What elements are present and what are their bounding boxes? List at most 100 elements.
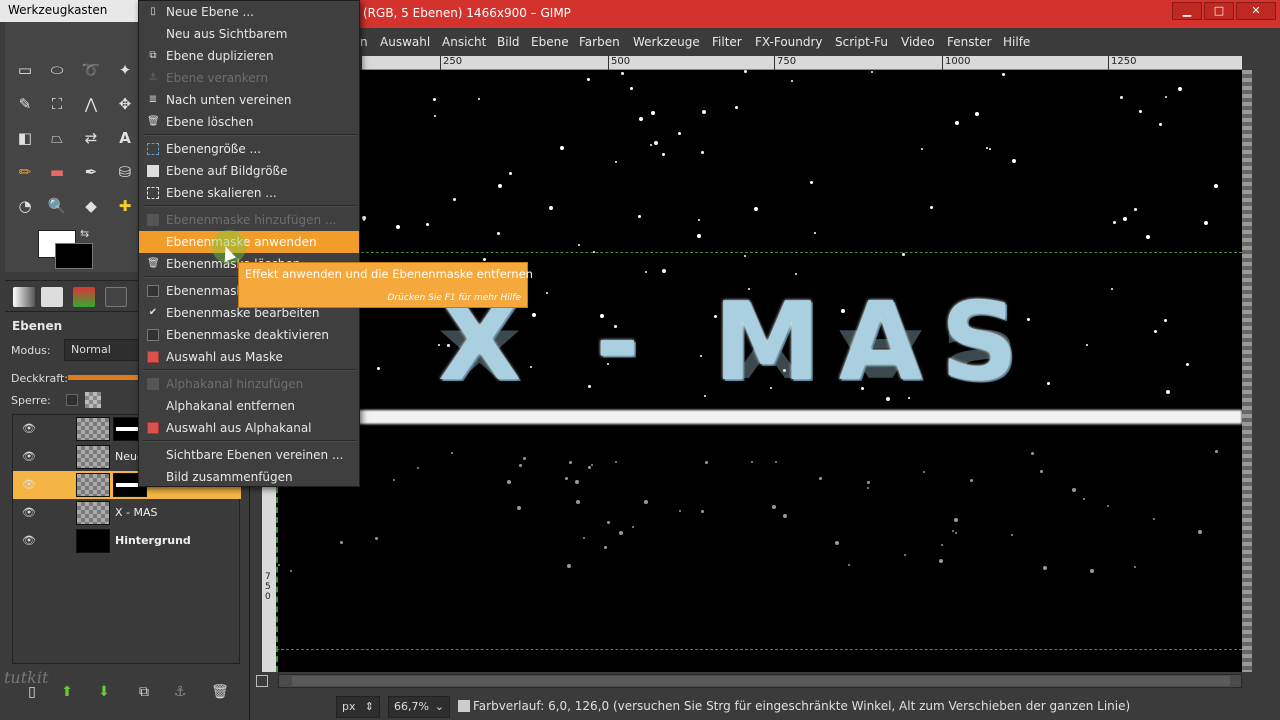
menu-item[interactable]: n xyxy=(360,35,368,49)
paths-icon[interactable]: ⋀ xyxy=(77,90,105,118)
menu-view[interactable]: Ansicht xyxy=(442,35,486,49)
background-color-swatch[interactable] xyxy=(55,243,93,269)
channels-tab-icon[interactable] xyxy=(73,287,95,307)
eye-icon[interactable]: 👁 xyxy=(22,534,36,548)
flip-icon[interactable]: ⇄ xyxy=(77,124,105,152)
menu-new-layer[interactable]: ▯ Neue Ebene ... xyxy=(139,1,359,23)
pencil-icon[interactable]: ✏ xyxy=(11,158,39,186)
heal-icon[interactable]: ✚ xyxy=(111,192,139,220)
duplicate-layer-icon[interactable]: ⧉ xyxy=(134,682,154,702)
color-picker-icon[interactable]: ✎ xyxy=(11,90,39,118)
eraser-icon[interactable]: ▬ xyxy=(43,158,71,186)
snowflake xyxy=(638,215,642,219)
new-layer-icon[interactable]: ▯ xyxy=(22,682,42,702)
zoom-select[interactable]: 66,7% ⌄ xyxy=(388,696,450,718)
align-icon[interactable]: ◧ xyxy=(11,124,39,152)
menu-separator xyxy=(143,134,357,136)
snowflake xyxy=(866,480,870,484)
menu-tools[interactable]: Werkzeuge xyxy=(633,35,700,49)
menu-help[interactable]: Hilfe xyxy=(1003,35,1030,49)
snowflake xyxy=(1198,530,1203,535)
navigate-icon[interactable] xyxy=(256,675,268,687)
swap-colors-icon[interactable]: ⇆ xyxy=(80,227,89,240)
snowflake xyxy=(734,105,738,109)
horizontal-ruler[interactable]: 250 500 750 1000 1250 xyxy=(362,56,1242,70)
menu-apply-layer-mask[interactable]: Ebenenmaske anwenden xyxy=(139,231,359,253)
ruler-label: 250 xyxy=(440,56,462,70)
layer-row[interactable]: 👁 X - MAS xyxy=(13,499,241,527)
menu-colors[interactable]: Farben xyxy=(579,35,620,49)
menu-video[interactable]: Video xyxy=(901,35,935,49)
menu-selection[interactable]: Auswahl xyxy=(380,35,430,49)
menu-alpha-to-selection[interactable]: Auswahl aus Alphakanal xyxy=(139,417,359,439)
anchor-icon[interactable]: ⚓ xyxy=(170,682,190,702)
dodge-icon[interactable]: ◔ xyxy=(11,192,39,220)
menu-duplicate-layer[interactable]: ⧉ Ebene duplizieren xyxy=(139,45,359,67)
checkbox-icon xyxy=(147,285,159,297)
menu-script-fu[interactable]: Script-Fu xyxy=(835,35,888,49)
menu-layer-to-image-size[interactable]: Ebene auf Bildgröße xyxy=(139,160,359,182)
menu-flatten-image[interactable]: Bild zusammenfügen xyxy=(139,466,359,488)
eye-icon[interactable]: 👁 xyxy=(22,478,36,492)
eye-icon[interactable]: 👁 xyxy=(22,450,36,464)
mode-select[interactable]: Normal xyxy=(64,339,144,361)
menu-layer-size[interactable]: Ebenengröße ... xyxy=(139,138,359,160)
snowflake xyxy=(1085,344,1088,347)
raise-layer-icon[interactable]: ⬆ xyxy=(57,682,77,702)
menu-image[interactable]: Bild xyxy=(497,35,520,49)
menu-merge-visible-layers[interactable]: Sichtbare Ebenen vereinen ... xyxy=(139,444,359,466)
snowflake xyxy=(575,499,580,504)
eye-icon[interactable]: 👁 xyxy=(22,422,36,436)
tooltip-hint: Drücken Sie F1 für mehr Hilfe xyxy=(387,293,521,303)
snowflake xyxy=(478,98,481,101)
snowflake xyxy=(560,146,565,150)
lasso-icon[interactable]: ➰ xyxy=(77,56,105,84)
layers-panel-title: Ebenen xyxy=(12,319,63,333)
fuzzy-select-icon[interactable]: ✦ xyxy=(111,56,139,84)
snowflake xyxy=(774,460,777,463)
close-button[interactable]: ✕ xyxy=(1236,2,1276,20)
layers-tab-icon[interactable] xyxy=(41,287,63,307)
zoom-icon[interactable]: 🔍 xyxy=(43,192,71,220)
menu-selection-from-mask[interactable]: Auswahl aus Maske xyxy=(139,346,359,368)
lock-pixels-checkbox[interactable] xyxy=(66,394,78,406)
snowflake xyxy=(417,467,420,470)
gradient-tab-icon[interactable] xyxy=(13,287,35,307)
perspective-icon[interactable]: ⏢ xyxy=(43,124,71,152)
paths-tab-icon[interactable] xyxy=(105,287,127,307)
lower-layer-icon[interactable]: ⬇ xyxy=(94,682,114,702)
bucket-icon[interactable]: ⛁ xyxy=(111,158,139,186)
delete-layer-icon[interactable]: 🗑 xyxy=(210,682,230,702)
snowflake xyxy=(583,536,586,539)
text-tool-icon[interactable]: A xyxy=(111,124,139,152)
foreground-select-icon[interactable]: ⛶ xyxy=(43,90,71,118)
menu-merge-down[interactable]: ≣ Nach unten vereinen xyxy=(139,89,359,111)
menu-windows[interactable]: Fenster xyxy=(947,35,992,49)
menu-new-from-visible[interactable]: Neu aus Sichtbarem xyxy=(139,23,359,45)
layer-name: Hintergrund xyxy=(115,534,191,547)
menu-layer[interactable]: Ebene xyxy=(531,35,569,49)
horizontal-scrollbar-thumb[interactable] xyxy=(292,676,1230,686)
menu-scale-layer[interactable]: Ebene skalieren ... xyxy=(139,182,359,204)
image-canvas[interactable]: X - MAS X - MAS xyxy=(276,70,1242,672)
move-icon[interactable]: ✥ xyxy=(111,90,139,118)
menu-fx-foundry[interactable]: FX-Foundry xyxy=(755,35,823,49)
measure-icon[interactable]: ◆ xyxy=(77,192,105,220)
menu-delete-layer[interactable]: 🗑 Ebene löschen xyxy=(139,111,359,133)
snowflake xyxy=(396,224,401,229)
maximize-button[interactable]: □ xyxy=(1204,2,1234,20)
airbrush-icon[interactable]: ✒ xyxy=(77,158,105,186)
unit-select[interactable]: px ⇕ xyxy=(336,696,380,718)
layer-row[interactable]: 👁 Hintergrund xyxy=(13,527,241,555)
minimize-button[interactable]: ▁ xyxy=(1172,2,1202,20)
snowflake xyxy=(678,509,681,512)
ellipse-select-icon[interactable]: ⬭ xyxy=(43,56,71,84)
menu-filters[interactable]: Filter xyxy=(712,35,742,49)
opacity-slider[interactable] xyxy=(68,375,148,380)
vertical-scrollbar[interactable] xyxy=(1242,70,1252,672)
menu-remove-alpha-channel[interactable]: Alphakanal entfernen xyxy=(139,395,359,417)
menu-disable-layer-mask[interactable]: Ebenenmaske deaktivieren xyxy=(139,324,359,346)
lock-alpha-icon[interactable] xyxy=(85,392,101,408)
eye-icon[interactable]: 👁 xyxy=(22,506,36,520)
rect-select-icon[interactable]: ▭ xyxy=(11,56,39,84)
